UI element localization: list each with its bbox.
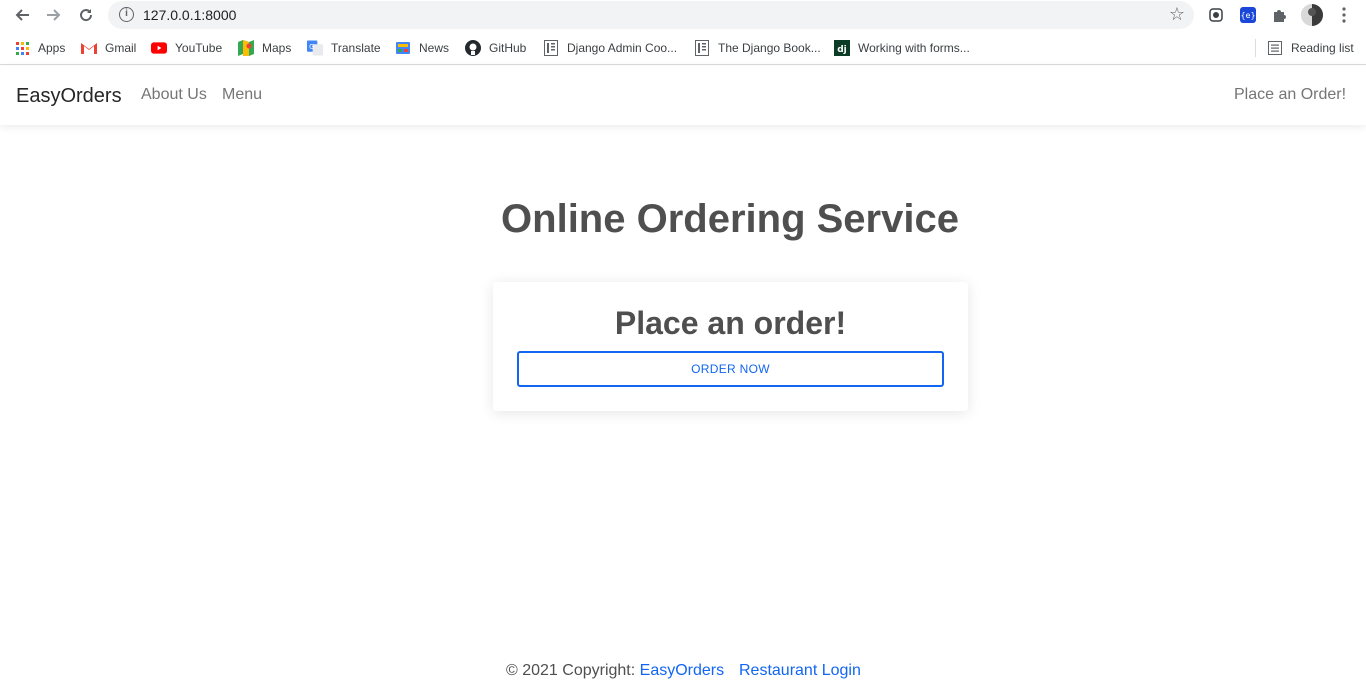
- reading-list-icon: [1267, 40, 1283, 56]
- bookmark-label: Working with forms...: [858, 41, 970, 55]
- restaurant-login-link[interactable]: Restaurant Login: [739, 662, 861, 680]
- url-text: 127.0.0.1:8000: [143, 7, 237, 23]
- extension-blue-icon[interactable]: {e}: [1238, 5, 1258, 25]
- bookmark-label: Gmail: [105, 41, 137, 55]
- bookmark-label: Translate: [331, 41, 381, 55]
- bookmark-maps[interactable]: Maps: [238, 39, 291, 57]
- bookmark-label: Apps: [38, 41, 66, 55]
- bookmark-label: GitHub: [489, 41, 527, 55]
- nav-menu[interactable]: Menu: [222, 86, 262, 104]
- bookmark-apps[interactable]: Apps: [14, 39, 65, 57]
- django-icon: dj: [834, 40, 850, 56]
- address-bar[interactable]: i 127.0.0.1:8000 ☆: [108, 1, 1194, 29]
- reading-list[interactable]: Reading list: [1267, 39, 1354, 57]
- bookmark-youtube[interactable]: YouTube: [151, 39, 222, 57]
- copyright-text: © 2021 Copyright:: [506, 662, 640, 679]
- gmail-icon: [81, 40, 97, 56]
- browser-toolbar: i 127.0.0.1:8000 ☆ {e}: [0, 0, 1366, 31]
- forward-icon[interactable]: [43, 4, 65, 26]
- page-icon: [694, 40, 710, 56]
- svg-text:dj: dj: [837, 45, 847, 55]
- apps-grid-icon: [14, 40, 30, 56]
- youtube-icon: [151, 40, 167, 56]
- svg-text:G: G: [309, 43, 314, 51]
- extensions-puzzle-icon[interactable]: [1270, 5, 1290, 25]
- bookmark-news[interactable]: News: [395, 39, 449, 57]
- back-icon[interactable]: [11, 4, 33, 26]
- svg-text:{e}: {e}: [1240, 11, 1255, 20]
- bookmark-translate[interactable]: G Translate: [307, 39, 381, 57]
- bookmark-gmail[interactable]: Gmail: [81, 39, 136, 57]
- bookmark-label: News: [419, 41, 450, 55]
- card-title: Place an order!: [614, 305, 847, 341]
- bookmark-label: Maps: [262, 41, 292, 55]
- nav-about-us[interactable]: About Us: [141, 86, 207, 104]
- order-card: Place an order! ORDER NOW: [493, 282, 968, 411]
- translate-icon: G: [307, 40, 323, 56]
- site-navbar: EasyOrders About Us Menu Place an Order!: [0, 66, 1366, 125]
- footer: © 2021 Copyright: EasyOrders Restaurant …: [0, 662, 1366, 684]
- footer-brand-link[interactable]: EasyOrders: [640, 662, 724, 679]
- brand-logo[interactable]: EasyOrders: [16, 85, 122, 108]
- maps-icon: [238, 40, 254, 56]
- bookmark-django-admin[interactable]: Django Admin Coo...: [543, 39, 677, 57]
- bookmark-label: Django Admin Coo...: [567, 41, 678, 55]
- news-icon: [395, 40, 411, 56]
- page-title: Online Ordering Service: [501, 197, 959, 241]
- extension-record-icon[interactable]: [1206, 5, 1226, 25]
- bookmarks-bar: Apps Gmail YouTube Maps G Translate News: [0, 31, 1366, 65]
- nav-place-order[interactable]: Place an Order!: [1234, 86, 1346, 104]
- browser-menu-icon[interactable]: [1334, 5, 1354, 25]
- order-now-button[interactable]: ORDER NOW: [517, 351, 944, 387]
- bookmark-django-book[interactable]: The Django Book...: [694, 39, 821, 57]
- page-icon: [543, 40, 559, 56]
- github-icon: [465, 40, 481, 56]
- bookmark-label: YouTube: [175, 41, 223, 55]
- bookmark-django-forms[interactable]: dj Working with forms...: [834, 39, 970, 57]
- site-info-icon[interactable]: i: [119, 7, 134, 22]
- bookmark-label: The Django Book...: [718, 41, 821, 55]
- reading-list-label: Reading list: [1291, 41, 1354, 55]
- footer-copyright: © 2021 Copyright: EasyOrders: [506, 662, 724, 680]
- profile-avatar[interactable]: [1301, 4, 1323, 26]
- bookmark-github[interactable]: GitHub: [465, 39, 526, 57]
- reload-icon[interactable]: [75, 4, 97, 26]
- bookmark-star-icon[interactable]: ☆: [1169, 4, 1185, 25]
- bookmarks-divider: [1255, 39, 1256, 57]
